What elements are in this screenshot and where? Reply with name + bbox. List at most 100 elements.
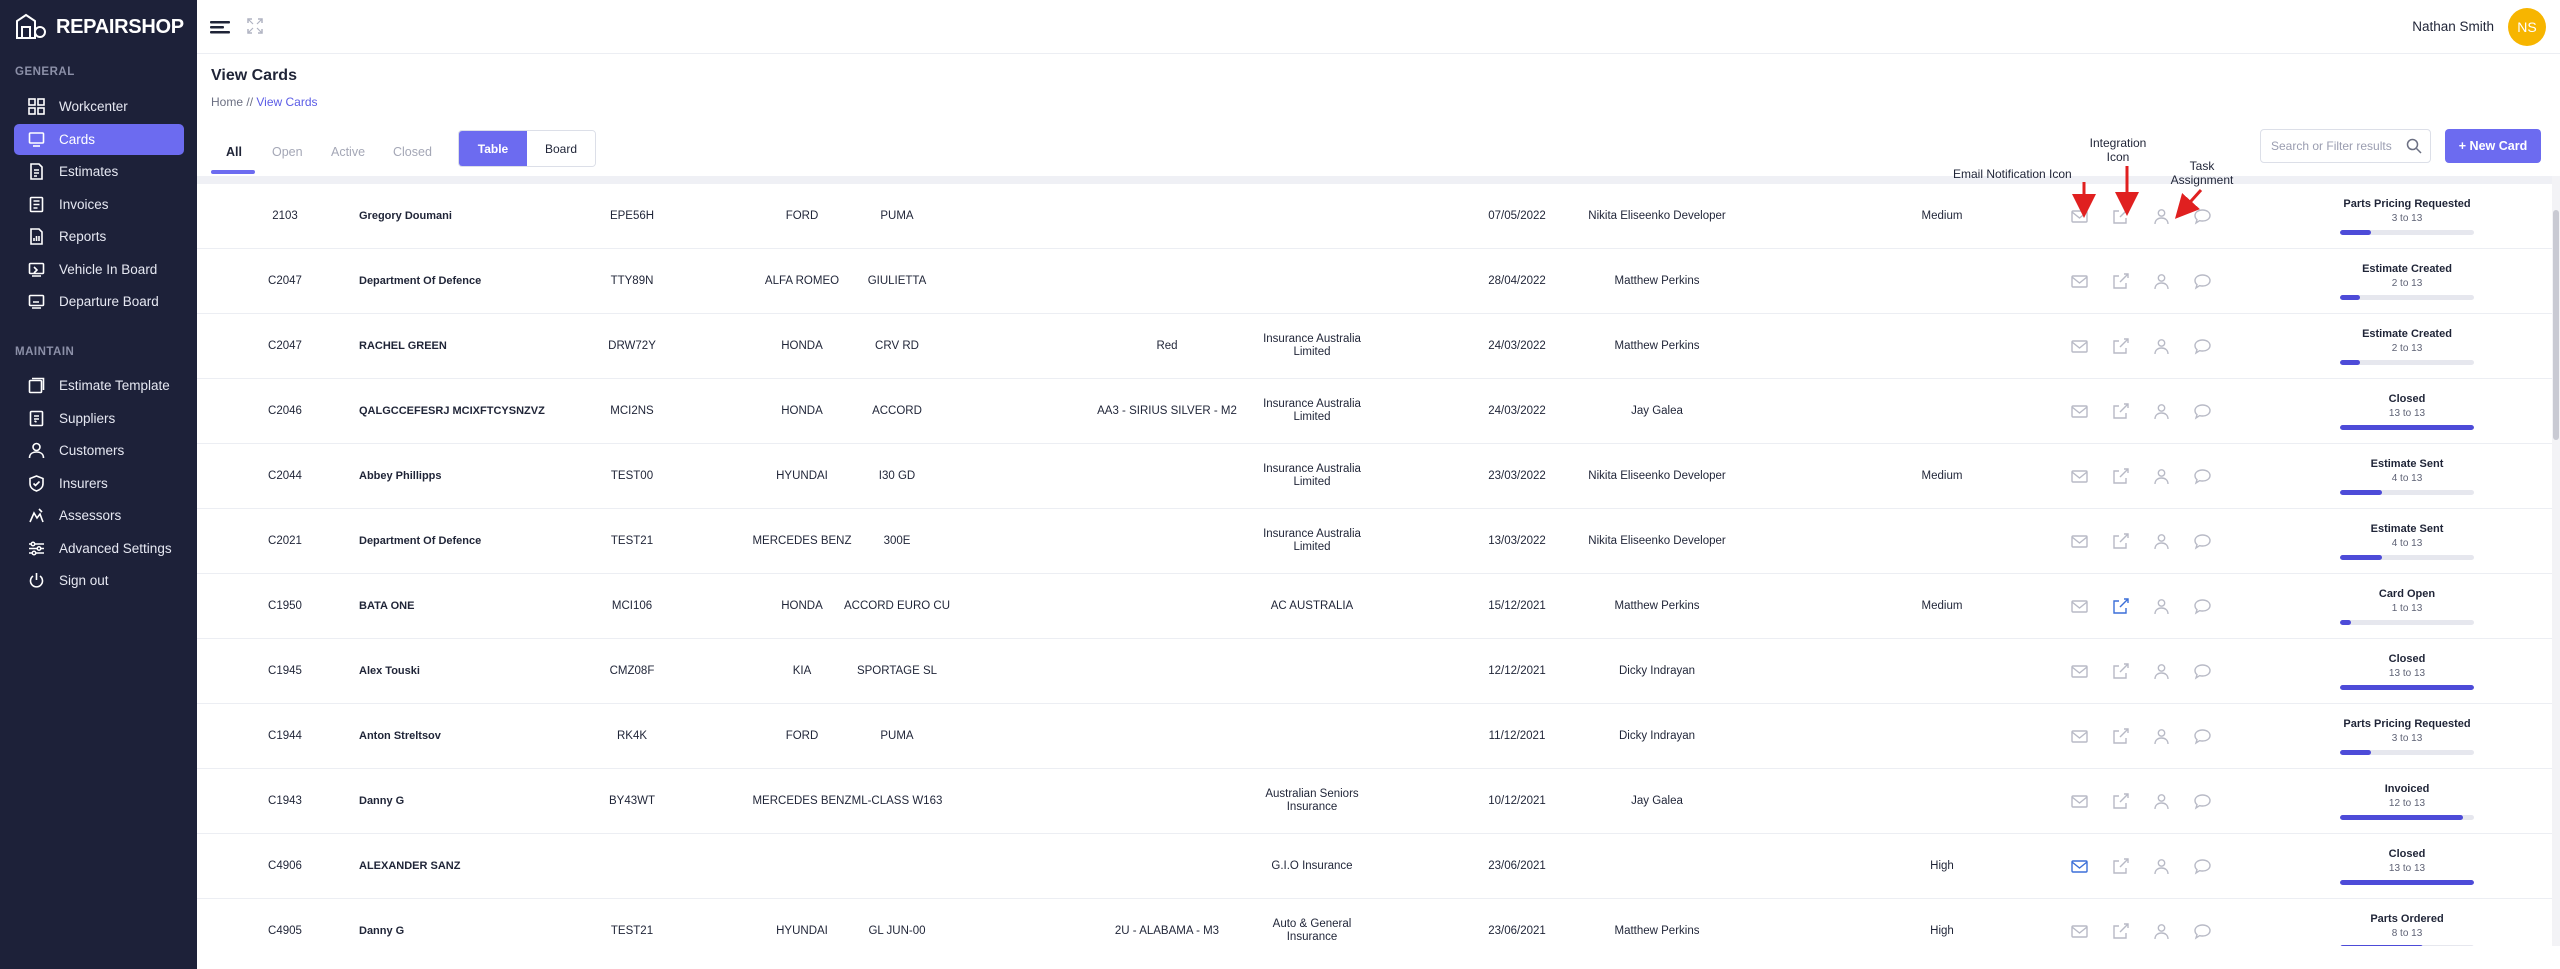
table-row[interactable]: C1945 Alex Touski CMZ08F KIA SPORTAGE SL 12/1… (197, 639, 2552, 704)
email-icon[interactable] (2070, 336, 2089, 356)
avatar[interactable]: NS (2508, 8, 2546, 46)
comment-icon[interactable] (2193, 206, 2212, 226)
user-assign-icon[interactable] (2152, 921, 2171, 941)
customer-name[interactable]: Anton Streltsov (359, 704, 559, 768)
sidebar-item-departure-board[interactable]: Departure Board (14, 286, 184, 317)
user-assign-icon[interactable] (2152, 401, 2171, 421)
email-icon[interactable] (2070, 661, 2089, 681)
integration-icon[interactable] (2111, 921, 2130, 941)
sidebar-item-estimates[interactable]: Estimates (14, 156, 184, 187)
comment-icon[interactable] (2193, 661, 2212, 681)
logo[interactable]: REPAIRSHOP (14, 12, 184, 42)
customer-name[interactable]: Department Of Defence (359, 509, 559, 573)
table-row[interactable]: C2044 Abbey Phillipps TEST00 HYUNDAI I30 GD I… (197, 444, 2552, 509)
comment-icon[interactable] (2193, 401, 2212, 421)
new-card-button[interactable]: + New Card (2445, 129, 2541, 163)
user-assign-icon[interactable] (2152, 726, 2171, 746)
integration-icon[interactable] (2111, 531, 2130, 551)
user-assign-icon[interactable] (2152, 531, 2171, 551)
sidebar-item-reports[interactable]: Reports (14, 221, 184, 252)
search-icon[interactable] (2406, 138, 2422, 154)
integration-icon[interactable] (2111, 336, 2130, 356)
email-icon[interactable] (2070, 531, 2089, 551)
username[interactable]: Nathan Smith (2412, 19, 2494, 34)
board-view-button[interactable]: Board (527, 131, 595, 166)
customer-name[interactable]: RACHEL GREEN (359, 314, 559, 378)
tab-open[interactable]: Open (272, 145, 303, 159)
email-icon[interactable] (2070, 401, 2089, 421)
sidebar-item-suppliers[interactable]: Suppliers (14, 403, 184, 434)
customer-name[interactable]: Abbey Phillipps (359, 444, 559, 508)
menu-toggle-icon[interactable] (210, 18, 230, 36)
comment-icon[interactable] (2193, 531, 2212, 551)
table-view-button[interactable]: Table (459, 131, 527, 166)
integration-icon[interactable] (2111, 856, 2130, 876)
table-row[interactable]: C1950 BATA ONE MCI106 HONDA ACCORD EURO CU AC… (197, 574, 2552, 639)
breadcrumb-current[interactable]: View Cards (256, 95, 317, 109)
sidebar-item-vehicle-in-board[interactable]: Vehicle In Board (14, 254, 184, 285)
email-icon[interactable] (2070, 466, 2089, 486)
customer-name[interactable]: QALGCCEFESRJ MCIXFTCYSNZVZ (359, 379, 559, 443)
email-icon[interactable] (2070, 791, 2089, 811)
tab-all[interactable]: All (226, 145, 242, 159)
sidebar-item-sign-out[interactable]: Sign out (14, 565, 184, 596)
customer-name[interactable]: Danny G (359, 769, 559, 833)
email-icon[interactable] (2070, 596, 2089, 616)
integration-icon[interactable] (2111, 661, 2130, 681)
integration-icon[interactable] (2111, 401, 2130, 421)
comment-icon[interactable] (2193, 791, 2212, 811)
user-assign-icon[interactable] (2152, 466, 2171, 486)
user-assign-icon[interactable] (2152, 271, 2171, 291)
user-assign-icon[interactable] (2152, 661, 2171, 681)
tab-active[interactable]: Active (331, 145, 365, 159)
integration-icon[interactable] (2111, 206, 2130, 226)
customer-name[interactable]: Department Of Defence (359, 249, 559, 313)
sidebar-item-estimate-template[interactable]: Estimate Template (14, 370, 184, 401)
table-row[interactable]: C2046 QALGCCEFESRJ MCIXFTCYSNZVZ MCI2NS HON… (197, 379, 2552, 444)
user-assign-icon[interactable] (2152, 206, 2171, 226)
email-icon[interactable] (2070, 921, 2089, 941)
table-row[interactable]: C2021 Department Of Defence TEST21 MERCEDES… (197, 509, 2552, 574)
integration-icon[interactable] (2111, 271, 2130, 291)
customer-name[interactable]: Gregory Doumani (359, 184, 559, 248)
integration-icon[interactable] (2111, 466, 2130, 486)
table-row[interactable]: C1943 Danny G BY43WT MERCEDES BENZ ML-CLASS … (197, 769, 2552, 834)
sidebar-item-insurers[interactable]: Insurers (14, 468, 184, 499)
sidebar-item-assessors[interactable]: Assessors (14, 500, 184, 531)
customer-name[interactable]: BATA ONE (359, 574, 559, 638)
fullscreen-icon[interactable] (247, 18, 263, 34)
email-icon[interactable] (2070, 271, 2089, 291)
scrollbar-thumb[interactable] (2553, 210, 2559, 440)
comment-icon[interactable] (2193, 336, 2212, 356)
table-row[interactable]: 2103 Gregory Doumani EPE56H FORD PUMA 07/05/2… (197, 184, 2552, 249)
email-icon[interactable] (2070, 856, 2089, 876)
table-row[interactable]: C4906 ALEXANDER SANZ G.I.O Insurance 23/06/… (197, 834, 2552, 899)
comment-icon[interactable] (2193, 596, 2212, 616)
integration-icon[interactable] (2111, 726, 2130, 746)
sidebar-item-customers[interactable]: Customers (14, 435, 184, 466)
user-assign-icon[interactable] (2152, 336, 2171, 356)
email-icon[interactable] (2070, 206, 2089, 226)
comment-icon[interactable] (2193, 466, 2212, 486)
user-assign-icon[interactable] (2152, 856, 2171, 876)
breadcrumb-home[interactable]: Home (211, 95, 243, 109)
tab-closed[interactable]: Closed (393, 145, 432, 159)
customer-name[interactable]: ALEXANDER SANZ (359, 834, 559, 898)
sidebar-item-invoices[interactable]: Invoices (14, 189, 184, 220)
table-row[interactable]: C4905 Danny G TEST21 HYUNDAI GL JUN-00 2U - A… (197, 899, 2552, 946)
user-assign-icon[interactable] (2152, 791, 2171, 811)
sidebar-item-workcenter[interactable]: Workcenter (14, 91, 184, 122)
email-icon[interactable] (2070, 726, 2089, 746)
integration-icon[interactable] (2111, 596, 2130, 616)
customer-name[interactable]: Alex Touski (359, 639, 559, 703)
sidebar-item-cards[interactable]: Cards (14, 123, 184, 155)
search-input[interactable] (2261, 130, 2401, 162)
table-row[interactable]: C1944 Anton Streltsov RK4K FORD PUMA 11/12/20… (197, 704, 2552, 769)
comment-icon[interactable] (2193, 856, 2212, 876)
comment-icon[interactable] (2193, 726, 2212, 746)
user-assign-icon[interactable] (2152, 596, 2171, 616)
sidebar-item-advanced-settings[interactable]: Advanced Settings (14, 533, 184, 564)
integration-icon[interactable] (2111, 791, 2130, 811)
comment-icon[interactable] (2193, 921, 2212, 941)
comment-icon[interactable] (2193, 271, 2212, 291)
